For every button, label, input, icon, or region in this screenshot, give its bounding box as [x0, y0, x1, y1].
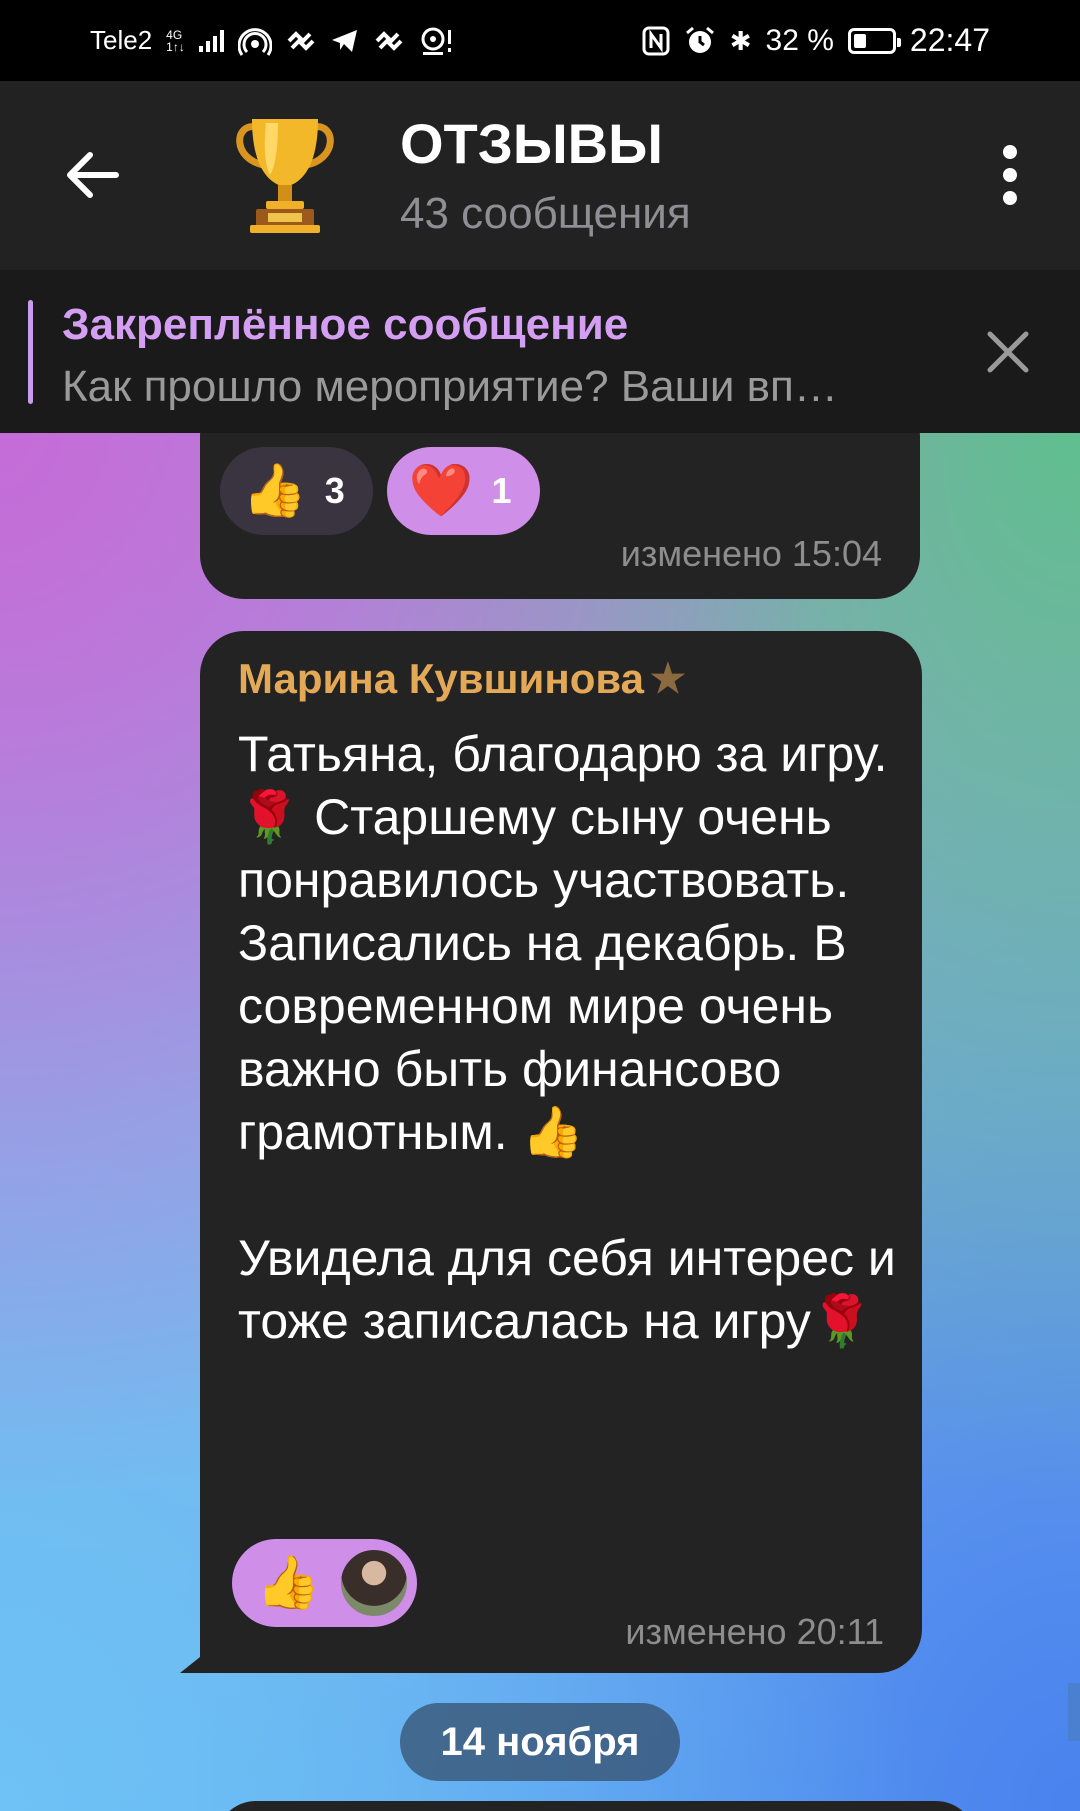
status-right: ✱ 32 % 22:47 [642, 22, 990, 59]
more-menu-icon[interactable] [990, 145, 1030, 205]
chat-avatar[interactable] [222, 111, 348, 237]
chat-area[interactable]: 👍 3 ❤️ 1 изменено 15:04 Марина Кувшинова… [0, 433, 1080, 1811]
status-bar: Tele2 4G 1↑↓ ✱ 32 % 22:47 [0, 0, 1080, 81]
reaction-heart[interactable]: ❤️ 1 [386, 447, 540, 535]
message-text: Татьяна, благодарю за игру.🌹 Старшему сы… [238, 726, 896, 1349]
pinned-title: Закреплённое сообщение [62, 300, 629, 349]
scrollbar[interactable] [1068, 1683, 1080, 1741]
nfc-icon [642, 26, 670, 55]
reaction-thumbs-up[interactable]: 👍 [232, 1539, 417, 1627]
reaction-count: 1 [491, 470, 512, 511]
star-icon: ★ [650, 657, 686, 701]
message-bubble[interactable]: 👍 3 ❤️ 1 изменено 15:04 [200, 433, 920, 599]
sender-name[interactable]: Марина Кувшинова ★ [238, 655, 686, 703]
reaction-count: 3 [324, 470, 345, 511]
vpn-icon [287, 30, 315, 51]
back-arrow-icon[interactable] [60, 143, 124, 207]
thumbs-up-icon: 👍 [242, 462, 307, 520]
network-type: 4G 1↑↓ [166, 29, 185, 53]
network-activity: 1↑↓ [166, 39, 185, 54]
reactor-avatar [338, 1548, 409, 1618]
heart-icon: ❤️ [408, 462, 474, 520]
nfc-pay-icon [421, 27, 451, 55]
chat-header: ОТЗЫВЫ 43 сообщения [0, 81, 1080, 270]
carrier-name: Tele2 [90, 25, 153, 55]
clock: 22:47 [909, 22, 990, 58]
bluetooth-icon: ✱ [729, 25, 752, 56]
message-bubble[interactable] [216, 1801, 976, 1811]
reactions-row: 👍 3 ❤️ 1 [220, 447, 540, 535]
hotspot-icon [237, 27, 272, 56]
chat-message-count: 43 сообщения [400, 189, 691, 238]
battery-icon [847, 27, 901, 54]
close-icon[interactable] [978, 322, 1038, 382]
message-edited-time: изменено 15:04 [620, 533, 882, 574]
signal-icon [198, 29, 224, 52]
trophy-icon [236, 119, 334, 233]
thumbs-up-icon: 👍 [256, 1554, 321, 1612]
message-bubble[interactable]: Марина Кувшинова ★ Татьяна, благодарю за… [200, 631, 922, 1673]
date-separator: 14 ноября [400, 1703, 680, 1781]
status-left: Tele2 4G 1↑↓ [90, 25, 454, 56]
vpn-icon-2 [375, 30, 403, 51]
pinned-message-bar[interactable]: Закреплённое сообщение Как прошло меропр… [0, 270, 1080, 433]
battery-percent: 32 % [765, 23, 834, 57]
sender-name-text: Марина Кувшинова [238, 655, 645, 702]
message-edited-time: изменено 20:11 [625, 1611, 884, 1652]
network-type-label: 4G [166, 27, 183, 42]
telegram-icon [331, 29, 357, 52]
alarm-icon [685, 26, 714, 53]
chat-title[interactable]: ОТЗЫВЫ [400, 111, 663, 176]
reactions-row: 👍 [232, 1539, 417, 1627]
pinned-preview: Как прошло мероприятие? Ваши вп… [62, 362, 838, 411]
reaction-thumbs-up[interactable]: 👍 3 [220, 447, 373, 535]
pinned-indicator [28, 300, 33, 404]
